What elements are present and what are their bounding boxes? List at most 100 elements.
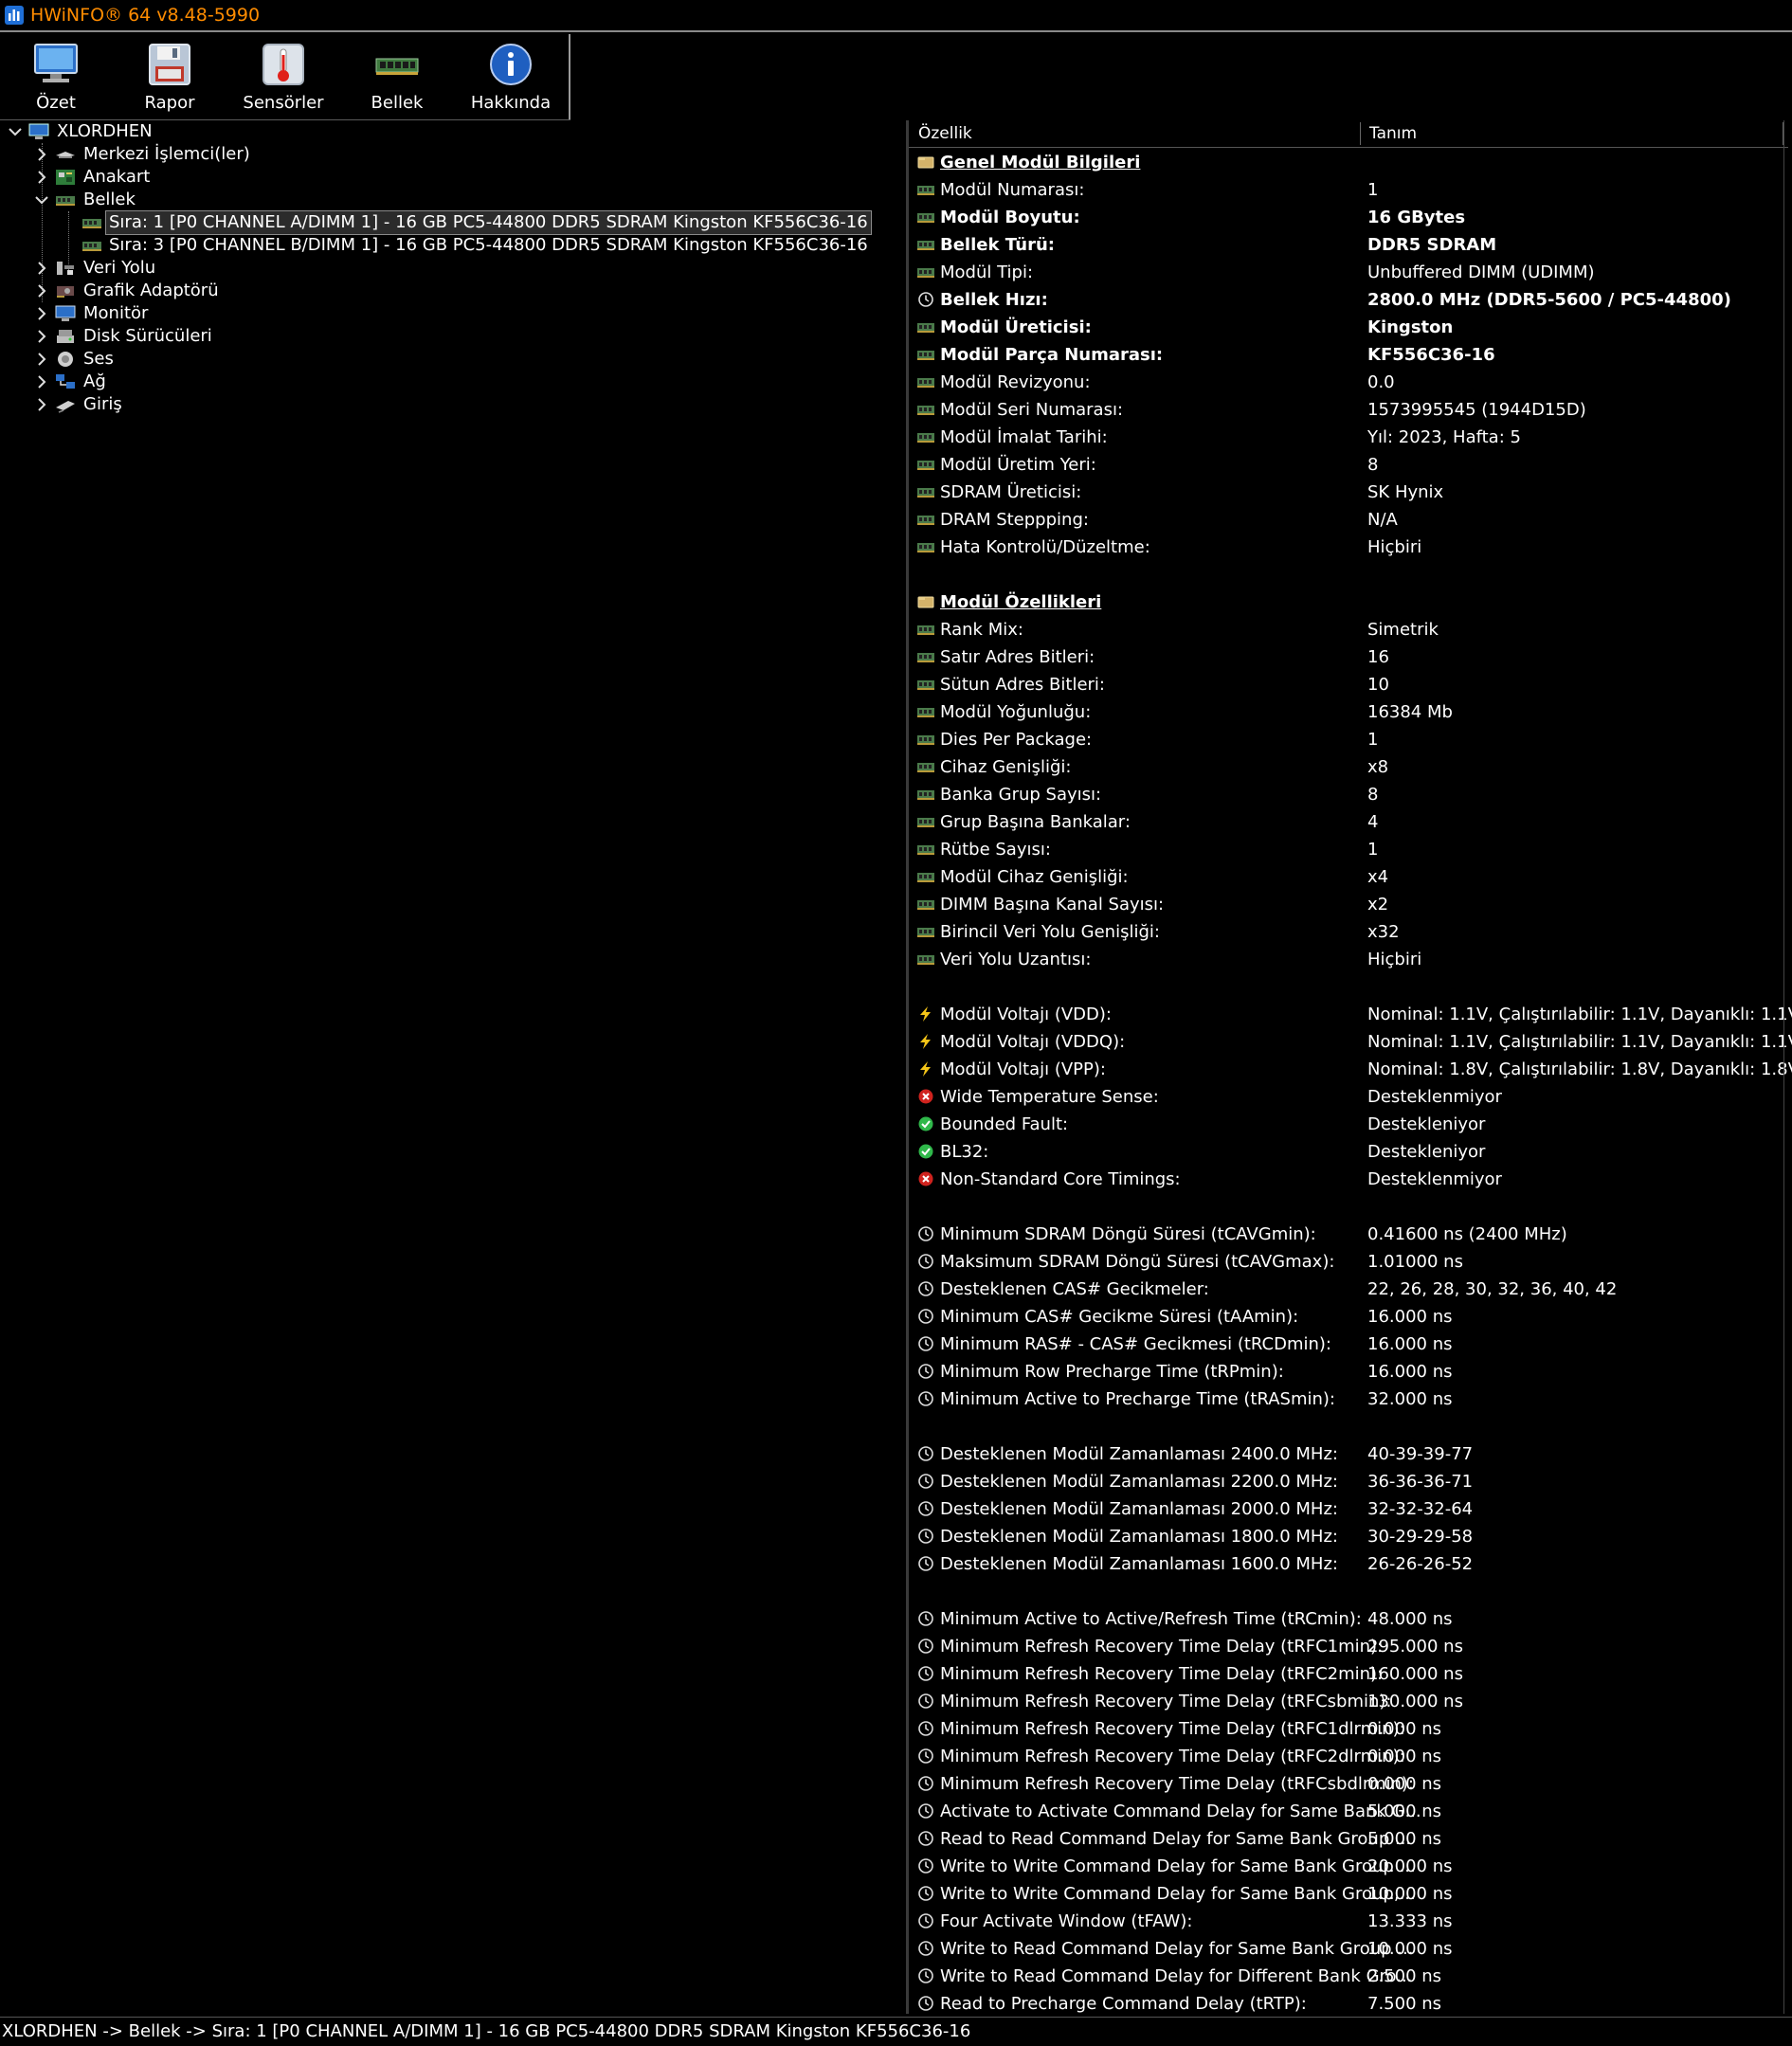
chevron-right-icon[interactable] [32,257,51,280]
detail-row[interactable]: Desteklenen Modül Zamanlaması 1800.0 MHz… [909,1523,1788,1550]
detail-row[interactable]: Grup Başına Bankalar: 4 [909,808,1788,836]
chevron-down-icon[interactable] [6,120,25,143]
detail-row[interactable]: Modül Numarası: 1 [909,176,1788,204]
chevron-right-icon[interactable] [32,348,51,371]
memory-module-item-2[interactable]: Sıra: 3 [P0 CHANNEL B/DIMM 1] - 16 GB PC… [0,234,868,257]
detail-row[interactable]: Minimum Row Precharge Time (tRPmin): 16.0… [909,1358,1788,1385]
detail-row[interactable]: Veri Yolu Uzantısı: Hiçbiri [909,946,1788,973]
detail-row[interactable]: Four Activate Window (tFAW): 13.333 ns [909,1908,1788,1935]
detail-row[interactable]: Modül Seri Numarası: 1573995545 (1944D15D… [909,396,1788,424]
chevron-right-icon[interactable] [32,166,51,189]
detail-row[interactable]: BL32: Destekleniyor [909,1138,1788,1166]
detail-row[interactable]: Modül Yoğunluğu: 16384 Mb [909,698,1788,726]
detail-row[interactable]: Cihaz Genişliği: x8 [909,753,1788,781]
memory-module-item-1[interactable]: Sıra: 1 [P0 CHANNEL A/DIMM 1] - 16 GB PC… [0,210,872,235]
column-header-property[interactable]: Özellik [918,120,972,147]
report-button-label: Rapor [144,93,195,113]
device-tree[interactable]: XLORDHEN Merkezi İşlemci(ler) Anakart Bell… [0,120,906,2014]
details-list[interactable]: Özellik Tanım Genel Modül Bilgileri Modül… [909,120,1792,2014]
detail-row[interactable]: DIMM Başına Kanal Sayısı: x2 [909,891,1788,918]
detail-row[interactable]: Modül Voltajı (VDD): Nominal: 1.1V, Çalış… [909,1001,1792,1028]
tree-item-2[interactable]: Anakart [0,166,379,189]
detail-row[interactable]: Modül Üreticisi: Kingston [909,314,1788,341]
detail-row[interactable]: Minimum Refresh Recovery Time Delay (tRF… [909,1633,1788,1660]
tree-item-8[interactable]: Ses [0,348,379,371]
detail-row[interactable]: Satır Adres Bitleri: 16 [909,643,1788,671]
about-button[interactable]: Hakkında [459,34,563,119]
detail-row[interactable]: Minimum Refresh Recovery Time Delay (tRF… [909,1743,1788,1770]
chevron-right-icon[interactable] [32,280,51,302]
detail-row[interactable]: Read to Read Command Delay for Same Bank… [909,1825,1788,1853]
detail-row[interactable]: Desteklenen Modül Zamanlaması 1600.0 MHz… [909,1550,1788,1578]
detail-row[interactable]: Minimum Active to Active/Refresh Time (t… [909,1605,1788,1633]
tree-item-6[interactable]: Monitör [0,302,379,325]
detail-row[interactable]: Activate to Activate Command Delay for S… [909,1798,1788,1825]
chevron-right-icon[interactable] [32,371,51,393]
chevron-right-icon[interactable] [32,302,51,325]
detail-row[interactable]: Minimum RAS# - CAS# Gecikmesi (tRCDmin):… [909,1331,1788,1358]
tree-item-1[interactable]: Merkezi İşlemci(ler) [0,143,379,166]
column-header-value[interactable]: Tanım [1369,120,1417,147]
detail-row[interactable]: Maksimum SDRAM Döngü Süresi (tCAVGmax): 1… [909,1248,1788,1276]
detail-row[interactable]: Write to Read Command Delay for Same Ban… [909,1935,1788,1963]
detail-row[interactable]: Bellek Hızı: 2800.0 MHz (DDR5-5600 / PC5-… [909,286,1788,314]
detail-row[interactable]: Bellek Türü: DDR5 SDRAM [909,231,1788,259]
memory-button[interactable]: Bellek [345,34,449,119]
tree-root[interactable]: XLORDHEN [0,120,379,143]
detail-row[interactable]: Sütun Adres Bitleri: 10 [909,671,1788,698]
tree-item-4[interactable]: Veri Yolu [0,257,379,280]
property-name: Minimum Refresh Recovery Time Delay (tRF… [940,1692,1392,1711]
detail-row[interactable]: Modül Boyutu: 16 GBytes [909,204,1788,231]
chevron-right-icon[interactable] [32,393,51,416]
detail-row[interactable]: Modül Voltajı (VPP): Nominal: 1.8V, Çalış… [909,1056,1792,1083]
detail-row[interactable]: Write to Write Command Delay for Same Ba… [909,1880,1788,1908]
column-separator[interactable] [1360,122,1361,145]
detail-row[interactable]: Genel Modül Bilgileri [909,149,1788,176]
detail-row[interactable]: Desteklenen CAS# Gecikmeler: 22, 26, 28, … [909,1276,1788,1303]
detail-row[interactable]: Minimum Refresh Recovery Time Delay (tRF… [909,1715,1788,1743]
detail-row[interactable]: Banka Grup Sayısı: 8 [909,781,1788,808]
detail-row[interactable]: Birincil Veri Yolu Genişliği: x32 [909,918,1788,946]
detail-row[interactable]: Modül Voltajı (VDDQ): Nominal: 1.1V, Çalı… [909,1028,1792,1056]
detail-row[interactable]: Modül Özellikleri [909,588,1788,616]
tree-item-9[interactable]: Ağ [0,371,379,393]
detail-row[interactable]: Desteklenen Modül Zamanlaması 2200.0 MHz… [909,1468,1788,1495]
detail-row[interactable]: Modül Cihaz Genişliği: x4 [909,863,1788,891]
detail-row[interactable]: Minimum Refresh Recovery Time Delay (tRF… [909,1688,1788,1715]
sensors-button[interactable]: Sensörler [231,34,335,119]
detail-row[interactable]: Modül Üretim Yeri: 8 [909,451,1788,479]
detail-row[interactable]: Write to Write Command Delay for Same Ba… [909,1853,1788,1880]
detail-row[interactable]: Rütbe Sayısı: 1 [909,836,1788,863]
detail-row[interactable]: Modül Tipi: Unbuffered DIMM (UDIMM) [909,259,1788,286]
tree-item-7[interactable]: Disk Sürücüleri [0,325,379,348]
detail-row[interactable]: Minimum Refresh Recovery Time Delay (tRF… [909,1770,1788,1798]
tree-item-3[interactable]: Bellek [0,189,379,211]
detail-row[interactable]: Non-Standard Core Timings: Desteklenmiyor [909,1166,1788,1193]
detail-row[interactable]: Modül İmalat Tarihi: Yıl: 2023, Hafta: 5 [909,424,1788,451]
chevron-down-icon[interactable] [32,189,51,211]
detail-row[interactable]: Minimum SDRAM Döngü Süresi (tCAVGmin): 0.… [909,1221,1788,1248]
property-name: Modül Üretim Yeri: [940,455,1096,475]
detail-row[interactable]: Dies Per Package: 1 [909,726,1788,753]
detail-row[interactable]: Write to Read Command Delay for Differen… [909,1963,1788,1990]
tree-item-5[interactable]: Grafik Adaptörü [0,280,379,302]
chevron-right-icon[interactable] [32,325,51,348]
detail-row[interactable]: Wide Temperature Sense: Desteklenmiyor [909,1083,1788,1111]
detail-row[interactable]: Modül Revizyonu: 0.0 [909,369,1788,396]
detail-row[interactable]: Minimum Refresh Recovery Time Delay (tRF… [909,1660,1788,1688]
report-button[interactable]: Rapor [118,34,222,119]
detail-row[interactable]: Read to Precharge Command Delay (tRTP): 7… [909,1990,1788,2018]
detail-row[interactable]: Desteklenen Modül Zamanlaması 2400.0 MHz… [909,1440,1788,1468]
detail-row[interactable]: Minimum Active to Precharge Time (tRASmi… [909,1385,1788,1413]
tree-item-10[interactable]: Giriş [0,393,379,416]
detail-row[interactable]: DRAM Steppping: N/A [909,506,1788,534]
detail-row[interactable]: Desteklenen Modül Zamanlaması 2000.0 MHz… [909,1495,1788,1523]
detail-row[interactable]: SDRAM Üreticisi: SK Hynix [909,479,1788,506]
detail-row[interactable]: Minimum CAS# Gecikme Süresi (tAAmin): 16.… [909,1303,1788,1331]
detail-row[interactable]: Rank Mix: Simetrik [909,616,1788,643]
detail-row[interactable]: Bounded Fault: Destekleniyor [909,1111,1788,1138]
detail-row[interactable]: Hata Kontrolü/Düzeltme: Hiçbiri [909,534,1788,561]
detail-row[interactable]: Modül Parça Numarası: KF556C36-16 [909,341,1788,369]
summary-button[interactable]: Özet [4,34,108,119]
chevron-right-icon[interactable] [32,143,51,166]
